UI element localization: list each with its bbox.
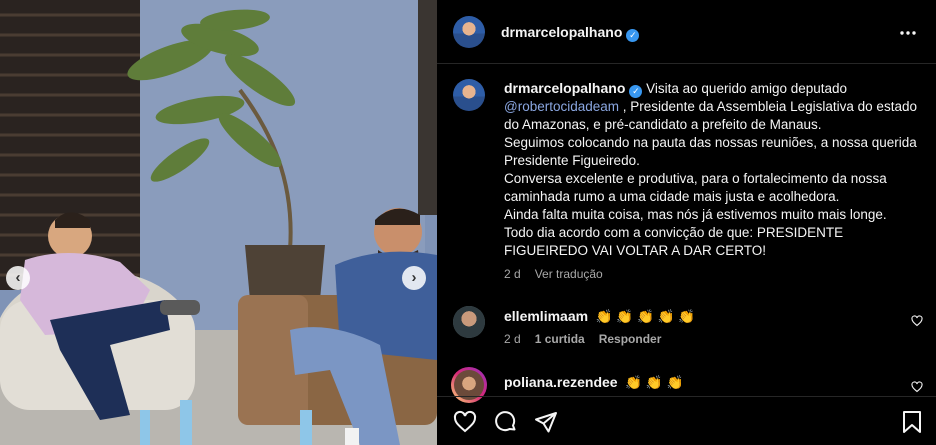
caption-line-2: Conversa excelente e produtiva, para o f… xyxy=(504,171,887,204)
caption-line-3: Ainda falta muita coisa, mas nós já esti… xyxy=(504,207,887,222)
caption-line-1: Seguimos colocando na pauta das nossas r… xyxy=(504,135,917,168)
caption-verified-icon: ✓ xyxy=(629,85,643,98)
caption-text: drmarcelopalhano ✓ Visita ao querido amig… xyxy=(504,79,919,260)
comment-username[interactable]: poliana.rezendee xyxy=(504,374,618,390)
comment-icon[interactable] xyxy=(494,410,518,434)
share-icon[interactable] xyxy=(534,410,558,434)
reply-button[interactable]: Responder xyxy=(599,332,662,346)
author-name-row: drmarcelopalhano ✓ xyxy=(501,24,640,42)
comment-body: poliana.rezendee 👏 👏 👏 xyxy=(504,374,683,391)
comment-time: 2 d xyxy=(504,332,521,346)
comment-body: ellemlimaam 👏 👏 👏 👏 👏 xyxy=(504,308,695,325)
caption-username[interactable]: drmarcelopalhano xyxy=(504,80,625,96)
comment-text: 👏 👏 👏 xyxy=(625,375,684,390)
heart-icon[interactable] xyxy=(453,410,477,434)
caption-time: 2 d xyxy=(504,267,521,281)
author-avatar[interactable] xyxy=(453,16,485,48)
comment-text: 👏 👏 👏 👏 👏 xyxy=(595,309,695,324)
comment-avatar[interactable] xyxy=(453,306,485,338)
prev-photo-button[interactable]: ‹ xyxy=(6,266,30,290)
caption-intro: Visita ao querido amigo deputado xyxy=(646,81,848,96)
comment-meta: 2 d 1 curtida Responder xyxy=(504,332,661,346)
actions-divider xyxy=(437,396,936,397)
bookmark-icon[interactable] xyxy=(901,410,923,434)
comment-likes[interactable]: 1 curtida xyxy=(535,332,585,346)
post-detail-panel: drmarcelopalhano ✓ drmarcelopalhano ✓ Visi… xyxy=(437,0,936,445)
caption-line-4: Todo dia acordo com a convicção de que: … xyxy=(504,225,844,258)
comment-like-heart-icon[interactable] xyxy=(911,381,923,393)
more-horizontal-icon[interactable] xyxy=(899,24,917,42)
header-divider xyxy=(437,63,936,64)
post-photo-scene xyxy=(0,0,437,445)
see-translation-link[interactable]: Ver tradução xyxy=(535,267,603,281)
caption-mention-link[interactable]: @robertocidadeam xyxy=(504,99,619,114)
author-username[interactable]: drmarcelopalhano xyxy=(501,24,622,40)
caption-avatar[interactable] xyxy=(453,79,485,111)
verified-badge-icon: ✓ xyxy=(626,29,640,42)
comment-avatar[interactable] xyxy=(451,367,487,403)
comment-username[interactable]: ellemlimaam xyxy=(504,308,588,324)
comment-like-heart-icon[interactable] xyxy=(911,315,923,327)
post-photo[interactable]: ‹ › xyxy=(0,0,437,445)
caption-meta: 2 d Ver tradução xyxy=(504,267,617,281)
next-photo-button[interactable]: › xyxy=(402,266,426,290)
